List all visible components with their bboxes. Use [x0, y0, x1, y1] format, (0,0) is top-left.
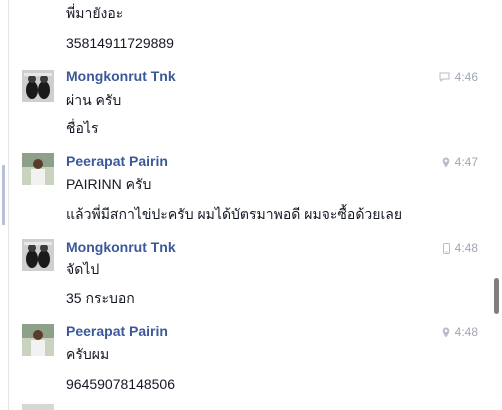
message-text: ครับผม	[66, 346, 110, 362]
message-time: 4:47	[454, 155, 478, 169]
sender-name[interactable]: Peerapat Pairin	[66, 322, 168, 340]
avatar-mongkonrut[interactable]	[22, 239, 54, 271]
scrollbar-thumb[interactable]	[494, 278, 499, 314]
location-pin-icon	[442, 157, 449, 167]
avatar-mongkonrut[interactable]	[22, 70, 54, 102]
message-text: 35 กระบอก	[66, 290, 135, 306]
message-text: พี่มายังอะ	[66, 5, 124, 21]
message-text: ผ่าน ครับ	[66, 92, 122, 108]
selection-marker	[2, 165, 5, 225]
message-text: 96459078148506	[66, 376, 176, 392]
mobile-phone-icon	[442, 242, 450, 254]
message-text: 35814911729889	[66, 35, 174, 51]
sender-name[interactable]: Mongkonrut Tnk	[66, 238, 176, 256]
message-time: 4:48	[454, 325, 478, 339]
message-text: PAIRINN ครับ	[66, 176, 152, 192]
message-text: แล้วพี่มีสกาไข่ปะครับ ผมได้บัตรมาพอดี ผม…	[66, 206, 403, 222]
message-meta: 4:48	[442, 240, 478, 256]
message-time: 4:46	[454, 70, 478, 84]
message-meta: 4:48	[442, 324, 478, 340]
avatar-peerapat[interactable]	[22, 324, 54, 356]
chat-bubble-icon	[439, 72, 450, 82]
scrollbar-track[interactable]	[492, 0, 502, 410]
location-pin-icon	[442, 327, 449, 337]
message-meta: 4:47	[442, 154, 478, 170]
avatar-partial	[22, 404, 54, 410]
message-text: ชื่อไร	[66, 120, 99, 136]
message-time: 4:48	[454, 241, 478, 255]
avatar-peerapat[interactable]	[22, 153, 54, 185]
sender-name[interactable]: Peerapat Pairin	[66, 152, 168, 170]
sender-name[interactable]: Mongkonrut Tnk	[66, 67, 176, 85]
message-text: จัดไป	[66, 261, 100, 277]
message-meta: 4:46	[439, 69, 478, 85]
